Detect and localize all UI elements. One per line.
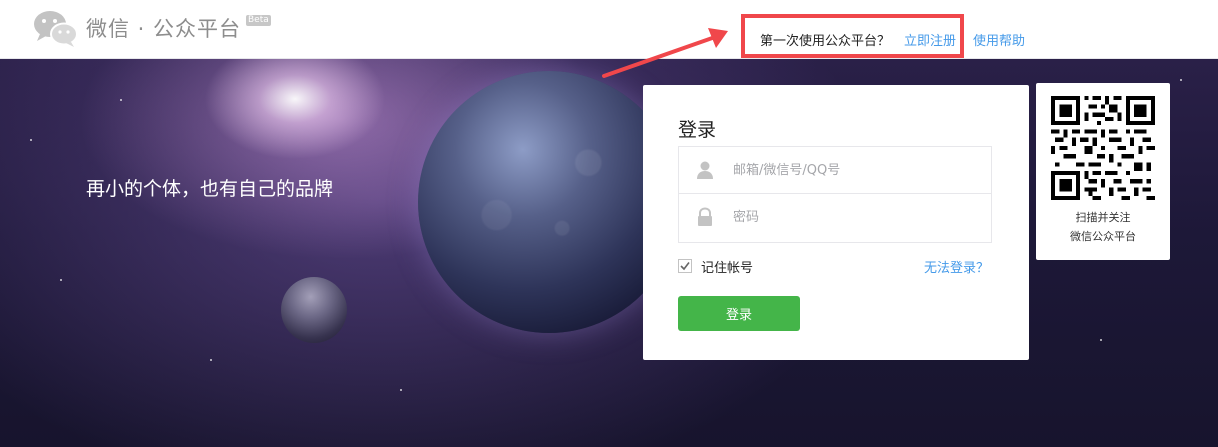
username-input[interactable] <box>733 159 973 181</box>
star <box>210 359 212 361</box>
brand-slogan: 再小的个体，也有自己的品牌 <box>86 178 334 200</box>
star <box>400 389 402 391</box>
planet-small-image <box>281 277 347 343</box>
star <box>30 139 32 141</box>
checkmark-icon <box>680 262 690 271</box>
star <box>60 279 62 281</box>
star <box>1180 79 1182 81</box>
annotation-arrow-icon <box>602 28 728 78</box>
beta-badge: Beta <box>246 15 271 26</box>
cannot-login-link[interactable]: 无法登录？ <box>924 257 989 276</box>
help-link[interactable]: 使用帮助 <box>973 30 1025 49</box>
remember-checkbox[interactable] <box>678 259 692 273</box>
password-input[interactable] <box>733 206 973 228</box>
qr-caption-line2: 微信公众平台 <box>1070 230 1136 243</box>
login-title: 登录 <box>678 119 717 141</box>
remember-label[interactable]: 记住帐号 <box>701 257 753 276</box>
username-field[interactable] <box>678 146 992 194</box>
qr-caption-line1: 扫描并关注 <box>1075 211 1131 224</box>
login-panel: 登录 记住帐号 无法登录？ 登录 <box>643 85 1029 360</box>
qr-panel: 扫描并关注 微信公众平台 <box>1036 83 1170 260</box>
register-link[interactable]: 立即注册 <box>904 30 956 49</box>
login-button[interactable]: 登录 <box>678 296 800 331</box>
site-title[interactable]: 微信 · 公众平台 <box>86 13 241 43</box>
star <box>1100 339 1102 341</box>
qr-code-icon <box>1051 96 1155 200</box>
wechat-bubbles-icon[interactable] <box>33 10 79 48</box>
lock-icon <box>698 207 712 226</box>
user-icon <box>697 161 713 179</box>
password-field[interactable] <box>678 194 992 243</box>
star <box>120 99 122 101</box>
hero-banner: 再小的个体，也有自己的品牌 登录 记住帐号 无法登录？ 登录 <box>0 59 1218 447</box>
planet-large-image <box>418 71 680 333</box>
first-use-prompt: 第一次使用公众平台？ <box>760 34 891 49</box>
